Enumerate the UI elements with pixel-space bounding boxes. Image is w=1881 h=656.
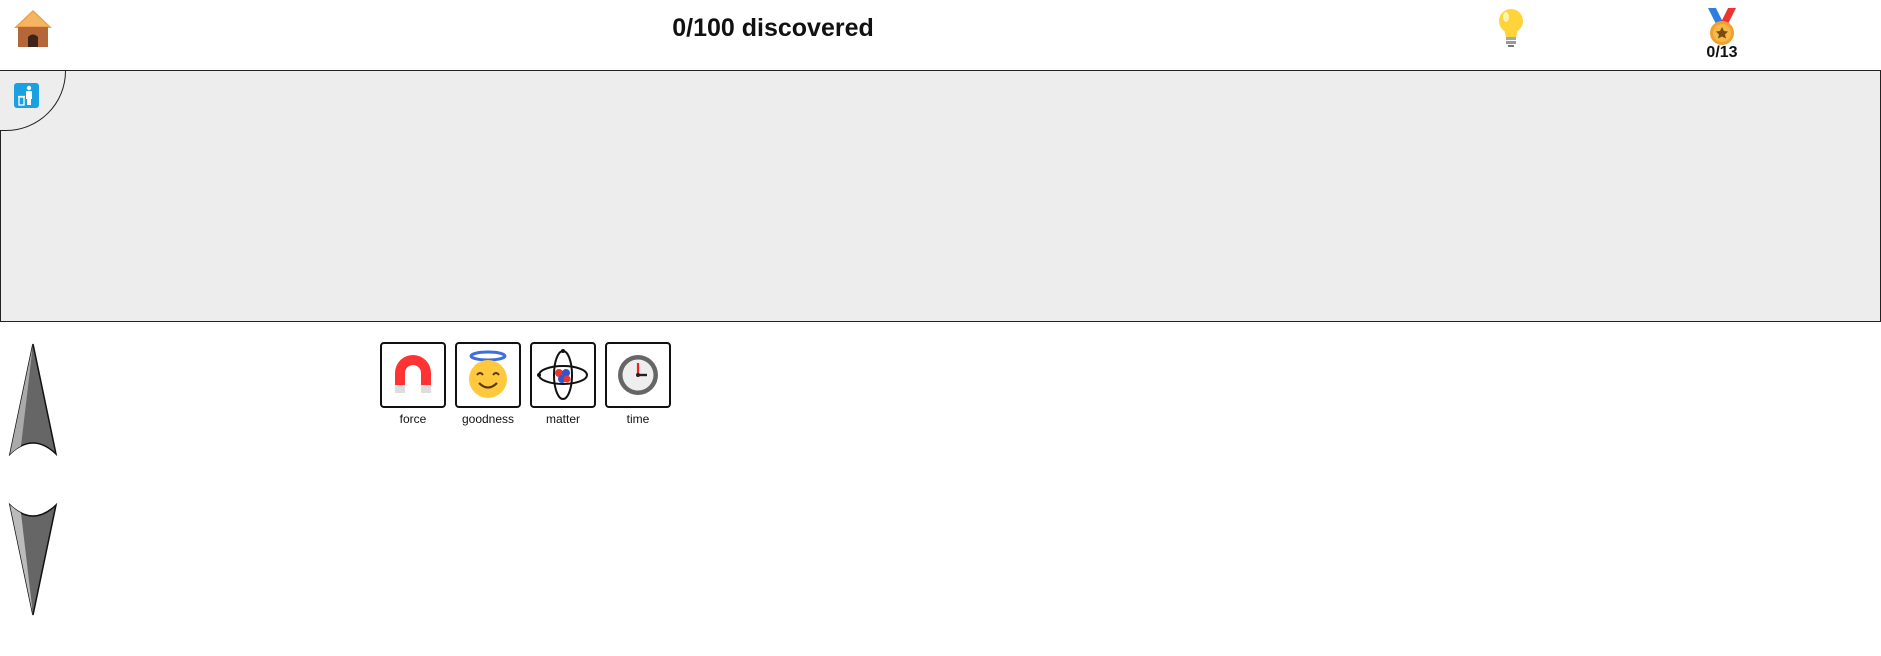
element-time[interactable]: time xyxy=(605,342,671,426)
element-tile[interactable] xyxy=(380,342,446,408)
hint-button[interactable] xyxy=(1494,7,1528,49)
workspace-area[interactable] xyxy=(0,71,1881,322)
element-palette: force goodness matter time xyxy=(380,342,671,426)
element-force[interactable]: force xyxy=(380,342,446,426)
element-label: matter xyxy=(545,412,580,426)
element-goodness[interactable]: goodness xyxy=(455,342,521,426)
clock-icon xyxy=(618,355,658,395)
arrow-up-icon xyxy=(8,343,58,457)
lightbulb-icon xyxy=(1499,9,1523,47)
discovered-counter: 0/100 discovered xyxy=(672,14,874,42)
achievements-count: 0/13 xyxy=(1706,44,1738,61)
scroll-up-button[interactable] xyxy=(7,342,59,458)
trash-zone[interactable] xyxy=(0,71,66,131)
scroll-down-button[interactable] xyxy=(7,501,59,617)
trash-button[interactable] xyxy=(14,83,39,108)
top-bar: 0/100 discovered 0/13 xyxy=(0,0,1881,72)
medal-icon xyxy=(1708,8,1736,45)
element-matter[interactable]: matter xyxy=(530,342,596,426)
trash-person-icon xyxy=(14,83,39,108)
element-label: goodness xyxy=(461,412,515,426)
element-label: time xyxy=(626,412,650,426)
element-tile[interactable] xyxy=(530,342,596,408)
arrow-down-icon xyxy=(8,502,58,616)
magnet-icon xyxy=(395,355,431,393)
element-tile[interactable] xyxy=(605,342,671,408)
atom-icon xyxy=(537,349,588,400)
element-tile[interactable] xyxy=(455,342,521,408)
angel-face-icon xyxy=(469,350,507,398)
achievements-button[interactable]: 0/13 xyxy=(1698,6,1746,66)
element-label: force xyxy=(399,412,427,426)
game-page: 0/100 discovered 0/13 force goodness mat… xyxy=(0,0,1881,656)
